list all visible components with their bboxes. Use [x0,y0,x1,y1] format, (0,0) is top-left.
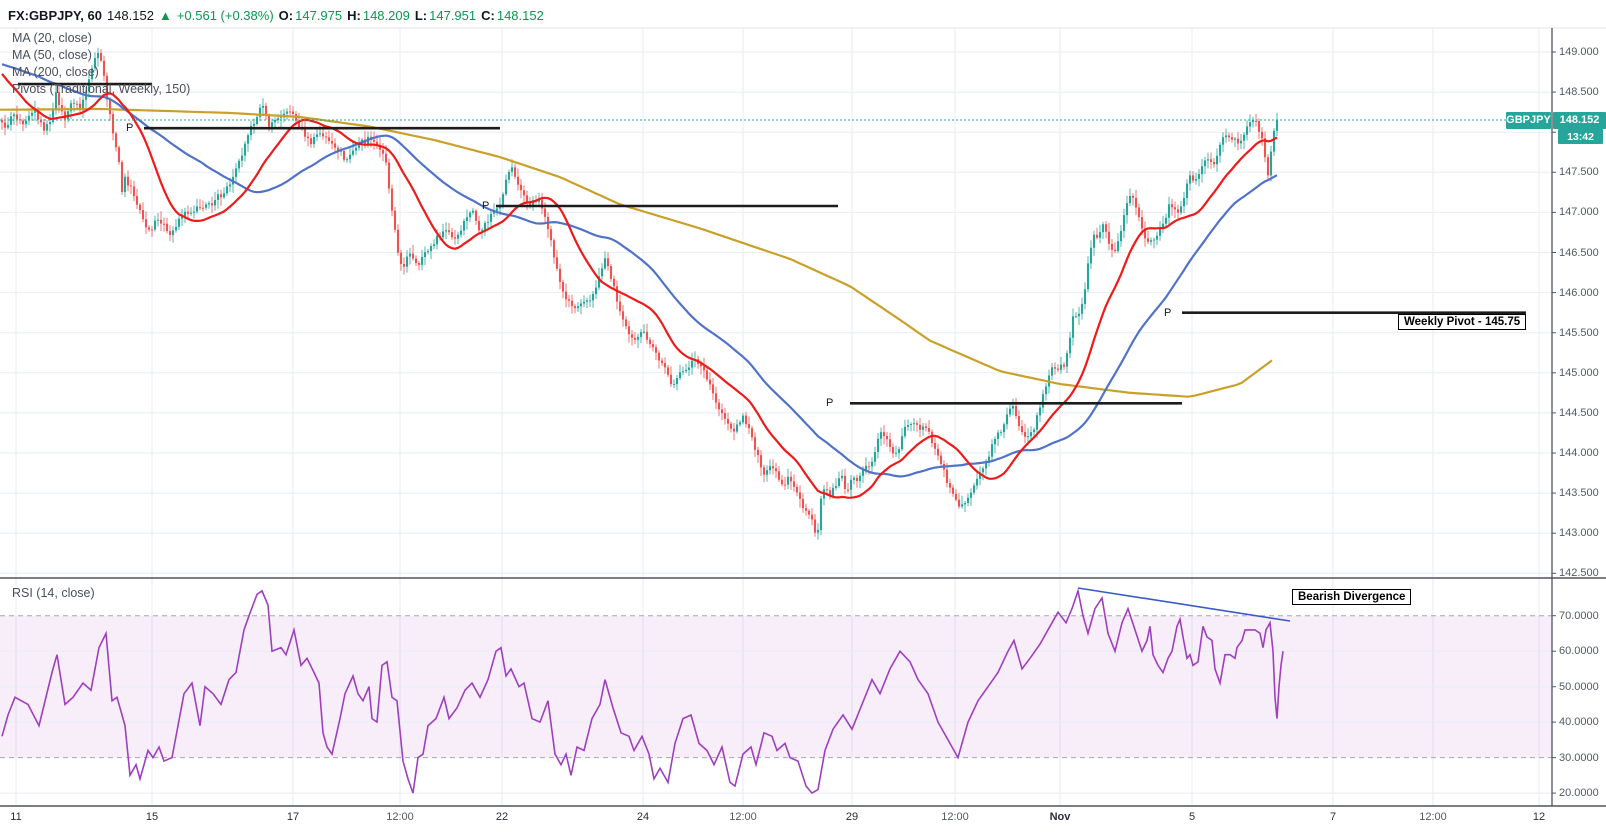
price-axis-label[interactable]: 143.500 [1559,487,1599,499]
rsi-axis-label[interactable]: 60.0000 [1559,645,1599,657]
time-axis-label[interactable]: 5 [1189,811,1195,823]
pivot-p-label: P [482,200,489,212]
time-axis-label[interactable]: 12:00 [941,811,969,823]
time-axis-label[interactable]: 12 [1533,811,1545,823]
price-axis-label[interactable]: 146.500 [1559,247,1599,259]
bearish-divergence-label[interactable]: Bearish Divergence [1292,589,1411,605]
weekly-pivot-label[interactable]: Weekly Pivot - 145.75 [1398,314,1526,330]
time-axis-label[interactable]: Nov [1050,811,1071,823]
time-axis-label[interactable]: 15 [146,811,158,823]
pivot-p-label: P [1164,307,1171,319]
price-axis-label[interactable]: 144.500 [1559,407,1599,419]
rsi-axis-label[interactable]: 50.0000 [1559,681,1599,693]
last-price-axis-badge: 148.152 [1553,112,1606,129]
time-axis-label[interactable]: 17 [287,811,299,823]
time-axis-label[interactable]: 12:00 [1419,811,1447,823]
candles[interactable] [2,48,1277,540]
ma-50-line[interactable] [2,64,1277,476]
rsi-axis-label[interactable]: 70.0000 [1559,610,1599,622]
rsi-axis-label[interactable]: 30.0000 [1559,752,1599,764]
rsi-axis-label[interactable]: 20.0000 [1559,787,1599,799]
time-axis-label[interactable]: 24 [637,811,649,823]
time-axis-label[interactable]: 7 [1330,811,1336,823]
high-value: H:148.209 [347,8,410,23]
symbol-price-flag: GBPJPY [1506,112,1551,129]
price-axis-label[interactable]: 146.000 [1559,287,1599,299]
legend-item[interactable]: MA (200, close) [12,64,190,81]
bar-countdown-badge: 13:42 [1558,129,1603,144]
price-axis-label[interactable]: 143.000 [1559,527,1599,539]
open-value: O:147.975 [279,8,342,23]
price-axis-label[interactable]: 144.000 [1559,447,1599,459]
price-axis-label[interactable]: 145.000 [1559,367,1599,379]
pivot-p-label: P [126,122,133,134]
rsi-axis-label[interactable]: 40.0000 [1559,716,1599,728]
chart-canvas[interactable] [0,0,1606,835]
indicator-legend: MA (20, close)MA (50, close)MA (200, clo… [12,30,190,98]
legend-item[interactable]: MA (20, close) [12,30,190,47]
legend-item[interactable]: Pivots (Traditional, Weekly, 150) [12,81,190,98]
time-axis-label[interactable]: 12:00 [729,811,757,823]
price-axis-label[interactable]: 148.500 [1559,86,1599,98]
price-axis-label[interactable]: 145.500 [1559,327,1599,339]
legend-item[interactable]: MA (50, close) [12,47,190,64]
last-price-value: 148.152 [107,8,154,23]
symbol-title[interactable]: FX:GBPJPY, 60 [8,8,102,23]
price-axis-label[interactable]: 147.000 [1559,206,1599,218]
low-value: L:147.951 [415,8,476,23]
time-axis-label[interactable]: 29 [846,811,858,823]
price-axis-label[interactable]: 142.500 [1559,567,1599,579]
price-up-arrow-icon: ▲ [159,8,172,23]
rsi-legend[interactable]: RSI (14, close) [12,586,95,600]
time-axis-label[interactable]: 11 [10,811,21,823]
time-axis-label[interactable]: 22 [496,811,508,823]
time-axis-label[interactable]: 12:00 [386,811,414,823]
tradingview-chart-window: FX:GBPJPY, 60 148.152 ▲ +0.561 (+0.38%) … [0,0,1606,835]
pivot-p-label: P [826,397,833,409]
close-value: C:148.152 [481,8,544,23]
price-change: +0.561 (+0.38%) [177,8,274,23]
ma-20-line[interactable] [2,74,1277,498]
symbol-header: FX:GBPJPY, 60 148.152 ▲ +0.561 (+0.38%) … [8,5,544,25]
price-axis-label[interactable]: 147.500 [1559,166,1599,178]
price-axis-label[interactable]: 149.000 [1559,46,1599,58]
